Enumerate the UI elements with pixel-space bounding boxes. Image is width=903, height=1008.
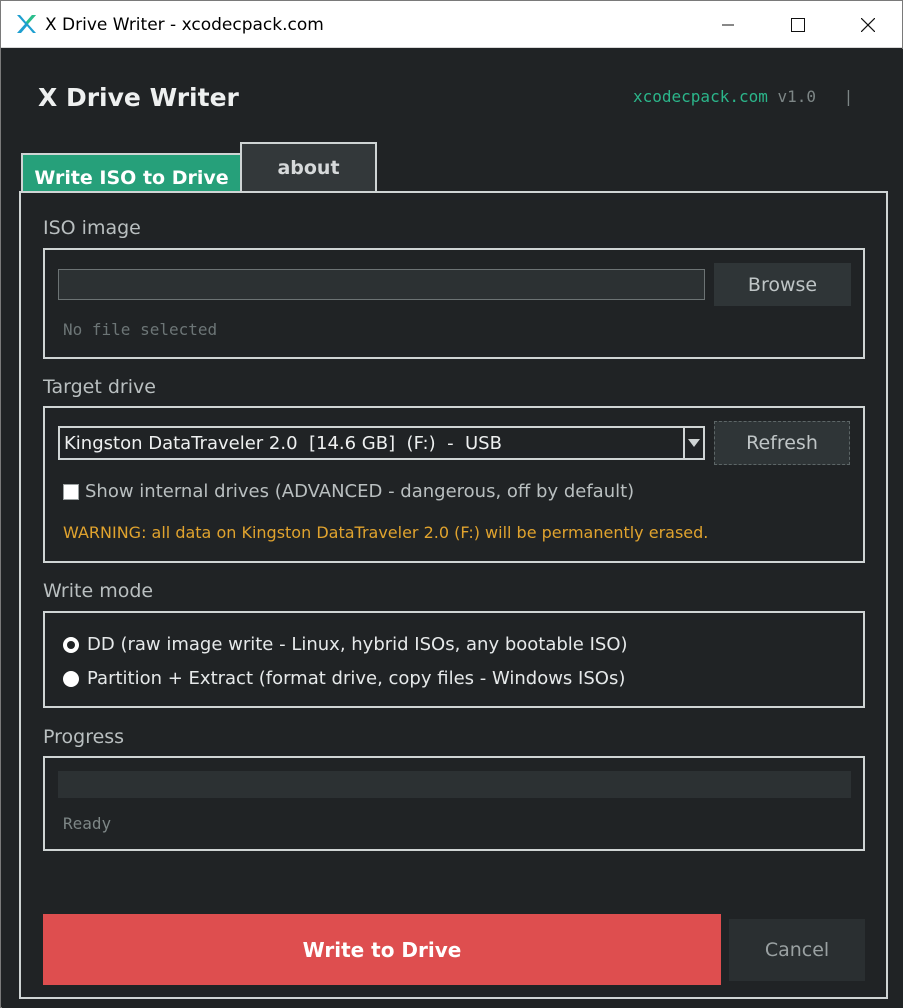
drive-select[interactable]: Kingston DataTraveler 2.0 [14.6 GB] (F:)… <box>58 426 704 460</box>
title-bar[interactable]: X Drive Writer - xcodecpack.com <box>1 1 902 48</box>
site-link[interactable]: xcodecpack.com <box>633 87 768 106</box>
write-to-drive-button[interactable]: Write to Drive <box>43 914 721 985</box>
iso-image-label: ISO image <box>43 217 141 239</box>
version-info: xcodecpack.com v1.0 | <box>633 87 853 106</box>
window-title: X Drive Writer - xcodecpack.com <box>45 15 324 35</box>
write-mode-label: Write mode <box>43 580 154 602</box>
mode-partition-radio[interactable] <box>63 670 79 687</box>
target-drive-label: Target drive <box>43 376 156 398</box>
mode-dd-label[interactable]: DD (raw image write - Linux, hybrid ISOs… <box>87 634 628 655</box>
write-mode-group: DD (raw image write - Linux, hybrid ISOs… <box>43 611 865 708</box>
progress-label: Progress <box>43 726 125 748</box>
iso-path-field[interactable] <box>58 269 705 300</box>
show-internal-drives-label[interactable]: Show internal drives (ADVANCED - dangero… <box>85 481 634 502</box>
tab-about[interactable]: about <box>240 142 377 192</box>
show-internal-drives-checkbox[interactable] <box>63 483 79 500</box>
progress-status: Ready <box>63 814 112 833</box>
iso-image-group: Browse No file selected <box>43 248 865 359</box>
mode-option-partition[interactable]: Partition + Extract (format drive, copy … <box>63 668 625 689</box>
mode-option-dd[interactable]: DD (raw image write - Linux, hybrid ISOs… <box>63 634 628 655</box>
app-body: X Drive Writer xcodecpack.com v1.0 | Wri… <box>2 49 903 1008</box>
write-iso-panel: ISO image Browse No file selected Target… <box>19 191 888 999</box>
app-heading: X Drive Writer <box>38 83 239 112</box>
maximize-icon <box>791 17 805 32</box>
app-window: X Drive Writer - xcodecpack.com X Drive … <box>0 0 903 1008</box>
header-separator: | <box>843 87 854 106</box>
close-button[interactable] <box>833 1 903 48</box>
show-internal-drives-row[interactable]: Show internal drives (ADVANCED - dangero… <box>63 481 634 502</box>
mode-dd-radio[interactable] <box>63 636 79 653</box>
browse-button[interactable]: Browse <box>714 263 851 306</box>
cancel-button[interactable]: Cancel <box>729 919 865 981</box>
erase-warning: WARNING: all data on Kingston DataTravel… <box>63 523 709 542</box>
target-drive-group: Kingston DataTraveler 2.0 [14.6 GB] (F:)… <box>43 406 865 563</box>
refresh-button[interactable]: Refresh <box>714 421 850 465</box>
file-status: No file selected <box>63 320 218 339</box>
maximize-button[interactable] <box>763 1 833 48</box>
drive-dropdown-arrow[interactable] <box>683 426 705 460</box>
close-icon <box>861 17 875 32</box>
chevron-down-icon <box>688 439 700 447</box>
progress-bar <box>58 771 851 798</box>
app-logo-icon <box>17 15 36 33</box>
version-label: v1.0 <box>777 87 817 106</box>
minimize-button[interactable] <box>693 1 763 48</box>
mode-partition-label[interactable]: Partition + Extract (format drive, copy … <box>87 668 625 689</box>
minimize-icon <box>722 24 734 25</box>
progress-group: Ready <box>43 756 865 851</box>
